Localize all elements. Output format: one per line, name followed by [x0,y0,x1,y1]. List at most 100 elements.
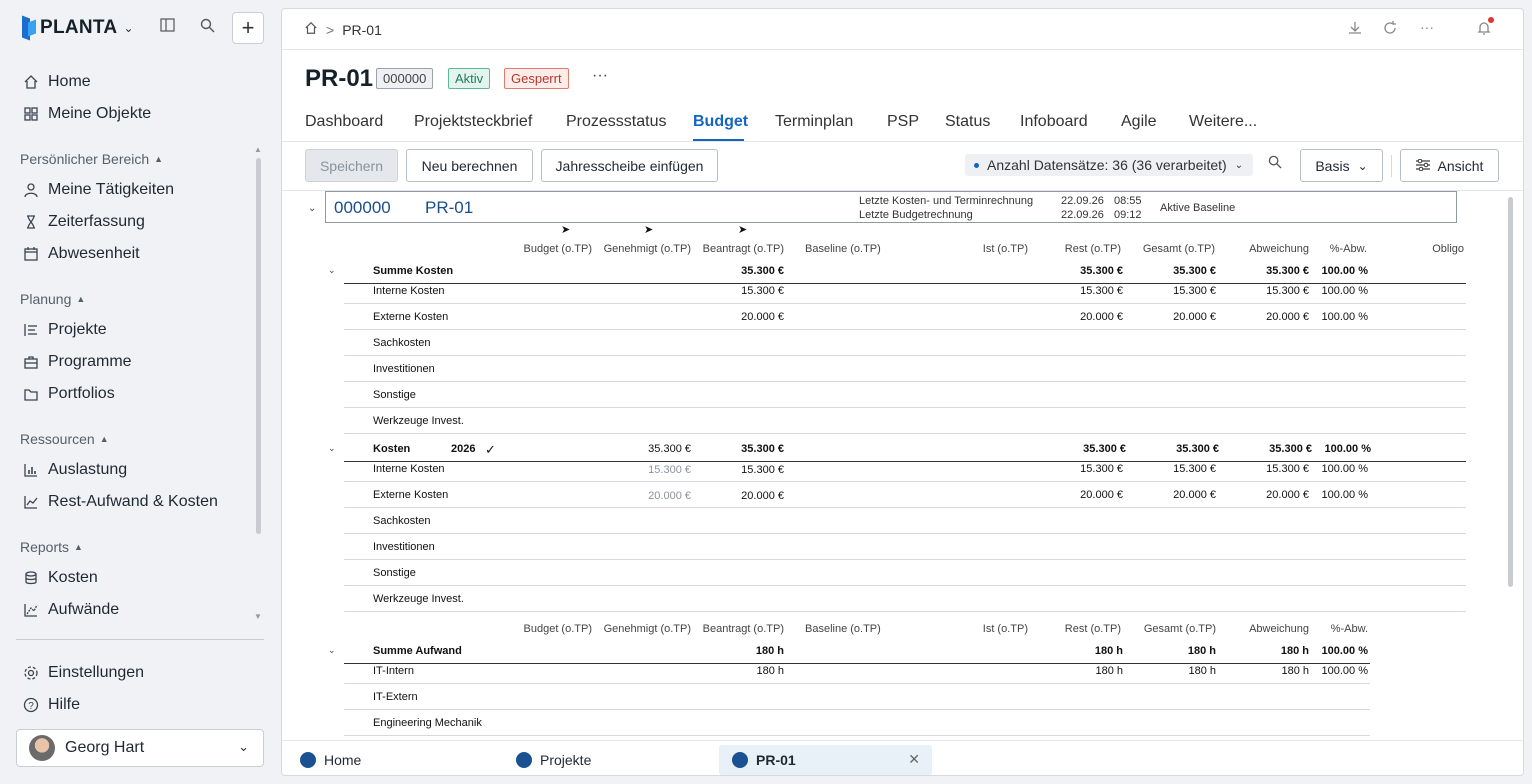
row-label: Werkzeuge Invest. [373,415,464,427]
grid-scrollbar[interactable] [1508,197,1513,587]
cell-rest: 20.000 € [1080,311,1123,323]
status-badge-aktiv: Aktiv [448,68,491,89]
tab-dot-icon [300,752,316,768]
bottom-tab-home[interactable]: Home [300,745,361,775]
bottom-tab-label: PR-01 [756,752,796,768]
tab-weitere[interactable]: Weitere... [1189,113,1257,131]
tab-projektsteckbrief[interactable]: Projektsteckbrief [414,113,532,131]
search-icon[interactable] [200,18,215,37]
breadcrumb-current[interactable]: PR-01 [342,22,382,38]
col-header-abweichung: Abweichung [1249,243,1309,255]
section-planung[interactable]: Planung ▲ [20,291,85,307]
cell-rest: 15.300 € [1080,285,1123,297]
nav-programme[interactable]: Programme [22,350,132,374]
sidebar-scrollbar[interactable] [256,158,261,534]
tab-dashboard[interactable]: Dashboard [305,113,383,131]
download-icon[interactable] [1348,21,1362,38]
add-button[interactable]: + [232,12,264,44]
insert-year-button[interactable]: Jahresscheibe einfügen [541,149,718,182]
collapse-chevron-icon[interactable]: ⌄ [328,265,336,276]
bottom-tab-projekte[interactable]: Projekte [516,745,591,775]
nav-home[interactable]: Home [22,70,91,94]
close-icon[interactable]: ✕ [908,751,920,768]
cell-beantragt: 20.000 € [741,311,784,323]
main-panel: > PR-01 ··· PR-01 000000 Aktiv Gesperrt … [281,8,1524,776]
collapse-chevron-icon[interactable]: ⌄ [308,203,316,214]
last-budget-date: 22.09.26 [1061,209,1104,221]
nav-rest-aufwand[interactable]: Rest-Aufwand & Kosten [22,490,218,514]
section-persoenlicher-bereich[interactable]: Persönlicher Bereich ▲ [20,151,163,167]
bottom-tab-pr01[interactable]: PR-01 ✕ [719,745,932,775]
search-icon[interactable] [1268,155,1282,173]
view-button[interactable]: Ansicht [1400,149,1499,182]
last-budget-time: 09:12 [1114,209,1142,221]
cell-abweichung: 180 h [1280,645,1309,657]
tab-dot-icon [516,752,532,768]
tab-prozessstatus[interactable]: Prozessstatus [566,113,666,131]
nav-einstellungen[interactable]: Einstellungen [22,661,144,685]
section-reports[interactable]: Reports ▲ [20,539,83,555]
section-title: Ressourcen [20,431,95,447]
nav-projekte[interactable]: Projekte [22,318,107,342]
arrow-down-marker-icon: ➤ [644,224,654,236]
app-switcher[interactable]: PLANTA ⌄ [20,12,268,44]
divider [344,303,1466,304]
scroll-down-icon[interactable]: ▼ [254,612,262,621]
cell-abweichung: 35.300 € [1269,443,1312,455]
col-header-ist: Ist (o.TP) [982,243,1028,255]
divider [344,461,1466,462]
refresh-icon[interactable] [1383,21,1397,38]
hourglass-icon [22,213,40,231]
nav-meine-taetigkeiten[interactable]: Meine Tätigkeiten [22,178,174,202]
user-menu[interactable]: Georg Hart ⌄ [16,729,264,767]
row-label: Externe Kosten [373,311,449,323]
bell-icon[interactable] [1477,21,1491,38]
tab-budget[interactable]: Budget [693,113,748,131]
more-options-icon[interactable]: ··· [592,67,608,85]
divider [344,355,1466,356]
divider [344,481,1466,482]
recalculate-button[interactable]: Neu berechnen [406,149,533,182]
group-label: Summe Aufwand [373,645,462,657]
scroll-up-icon[interactable]: ▲ [254,145,262,154]
nav-auslastung[interactable]: Auslastung [22,458,127,482]
cell-gesamt: 35.300 € [1173,265,1216,277]
cell-beantragt: 15.300 € [741,285,784,297]
nav-label: Meine Tätigkeiten [48,181,174,198]
collapse-chevron-icon[interactable]: ⌄ [328,443,336,454]
nav-aufwaende[interactable]: Aufwände [22,598,119,622]
tab-psp[interactable]: PSP [887,113,919,131]
gear-icon [22,664,40,682]
more-options-icon[interactable]: ··· [1420,19,1434,35]
cell-pct: 100.00 % [1321,463,1368,475]
record-count-dropdown[interactable]: Anzahl Datensätze: 36 (36 verarbeitet) ⌄ [965,154,1254,176]
col-header-rest: Rest (o.TP) [1064,623,1121,635]
nav-hilfe[interactable]: ? Hilfe [22,693,80,717]
nav-kosten[interactable]: Kosten [22,566,98,590]
basis-label: Basis [1315,157,1350,174]
tab-agile[interactable]: Agile [1121,113,1157,131]
nav-zeiterfassung[interactable]: Zeiterfassung [22,210,145,234]
project-header-row[interactable]: 000000 PR-01 Letzte Kosten- und Terminre… [325,191,1457,223]
tab-status[interactable]: Status [945,113,990,131]
tab-infoboard[interactable]: Infoboard [1020,113,1088,131]
tab-terminplan[interactable]: Terminplan [775,113,853,131]
home-icon[interactable] [304,21,318,38]
cell-rest: 180 h [1094,645,1123,657]
last-cost-label: Letzte Kosten- und Terminrechnung [859,195,1034,207]
section-ressourcen[interactable]: Ressourcen ▲ [20,431,109,447]
nav-portfolios[interactable]: Portfolios [22,382,115,406]
group-label: Summe Kosten [373,265,454,277]
divider [282,141,1523,142]
caret-up-icon: ▲ [154,154,164,164]
planta-logo-icon [20,15,38,41]
budget-grid: ⌄ 000000 PR-01 Letzte Kosten- und Termin… [282,191,1506,739]
record-count-label: Anzahl Datensätze: 36 (36 verarbeitet) [987,157,1227,173]
sidebar-toggle-icon[interactable] [160,18,175,36]
divider [344,663,1370,664]
nav-meine-objekte[interactable]: Meine Objekte [22,102,151,126]
collapse-chevron-icon[interactable]: ⌄ [328,645,336,656]
basis-dropdown[interactable]: Basis ⌄ [1300,149,1383,182]
nav-abwesenheit[interactable]: Abwesenheit [22,242,140,266]
save-button[interactable]: Speichern [305,149,398,182]
